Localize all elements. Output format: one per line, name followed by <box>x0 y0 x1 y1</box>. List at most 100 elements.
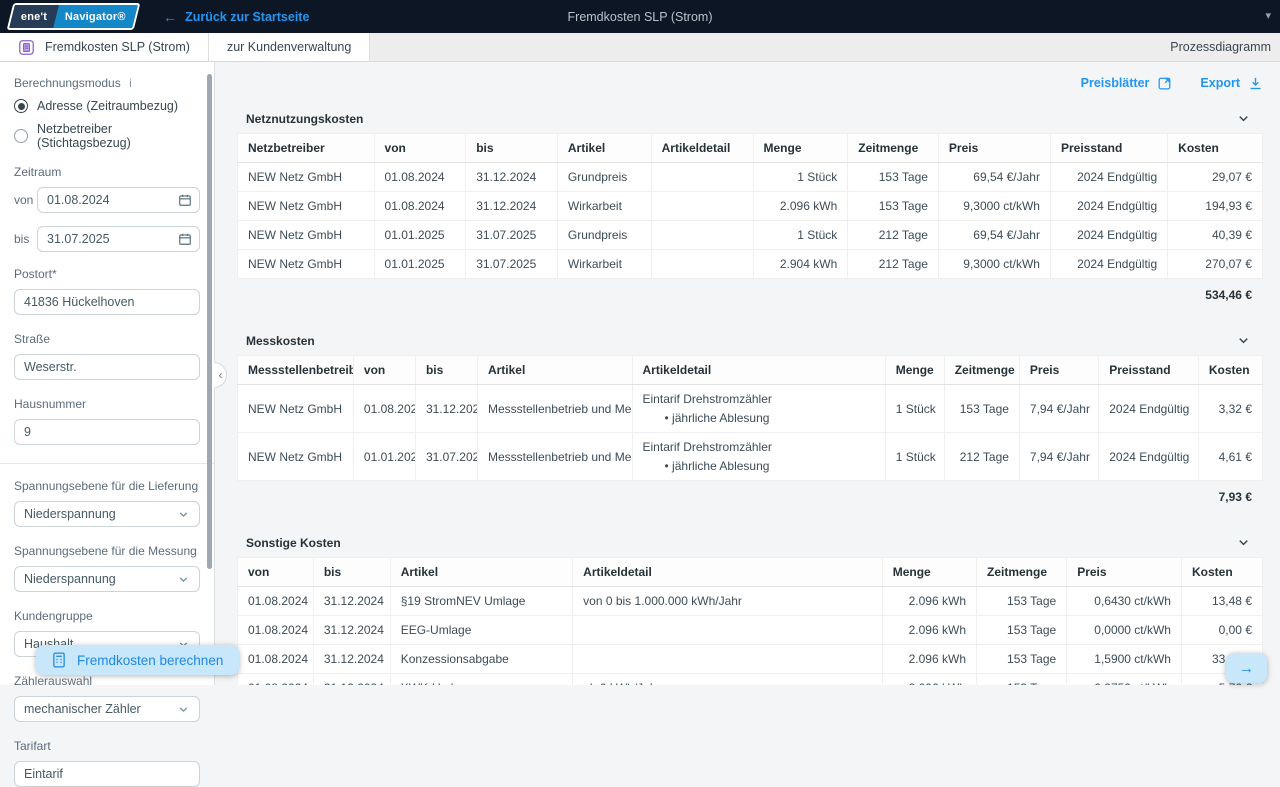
table-cell: 29,07 € <box>1168 163 1263 192</box>
section-header-netznutzungskosten[interactable]: Netznutzungskosten <box>237 104 1263 133</box>
table-cell: 0,6430 ct/kWh <box>1067 587 1182 616</box>
table-cell: 2024 Endgültig <box>1099 385 1199 433</box>
column-header: von <box>353 356 415 385</box>
column-header: Artikeldetail <box>651 134 753 163</box>
radio-unselected-icon <box>14 129 28 143</box>
table-cell: KWK-Umlage <box>390 674 572 686</box>
table-cell: Wirkarbeit <box>557 250 651 279</box>
postort-input[interactable] <box>14 289 200 315</box>
zeitraum-label: Zeitraum <box>14 165 200 179</box>
table-row: NEW Netz GmbH01.01.202531.07.2025Messste… <box>238 433 1263 481</box>
table-cell: Messstellenbetrieb und Messung <box>477 433 632 481</box>
next-step-button[interactable]: → <box>1226 653 1267 683</box>
spannung-lieferung-select[interactable]: Niederspannung <box>14 501 200 527</box>
table-cell: 31.12.2024 <box>313 616 390 645</box>
table-cell: 31.07.2025 <box>415 433 477 481</box>
section-netznutzungskosten: Netznutzungskosten NetzbetreibervonbisAr… <box>237 104 1263 302</box>
section-header-sonstige-kosten[interactable]: Sonstige Kosten <box>237 528 1263 557</box>
hausnummer-input[interactable] <box>14 419 200 445</box>
table-cell: 153 Tage <box>977 674 1067 686</box>
spannung-messung-label: Spannungsebene für die Messung <box>14 544 200 558</box>
table-row: NEW Netz GmbH01.01.202531.07.2025Grundpr… <box>238 221 1263 250</box>
table-row: NEW Netz GmbH01.01.202531.07.2025Wirkarb… <box>238 250 1263 279</box>
column-header: Artikel <box>477 356 632 385</box>
preisblaetter-link[interactable]: Preisblätter <box>1081 76 1173 91</box>
column-header: von <box>238 558 314 587</box>
table-cell: 0,00 € <box>1181 616 1262 645</box>
radio-adresse-zeitraumbezug[interactable]: Adresse (Zeitraumbezug) <box>14 99 200 113</box>
column-header: Menge <box>882 558 976 587</box>
table-cell: 153 Tage <box>977 645 1067 674</box>
table-cell: Grundpreis <box>557 163 651 192</box>
von-label: von <box>14 193 37 207</box>
date-from-input[interactable] <box>37 187 200 213</box>
column-header: Menge <box>885 356 944 385</box>
zaehlerauswahl-select[interactable]: mechanischer Zähler <box>14 696 200 722</box>
messkosten-table: MessstellenbetreibervonbisArtikelArtikel… <box>237 355 1263 481</box>
column-header: Zeitmenge <box>944 356 1019 385</box>
table-cell: 31.12.2024 <box>466 163 558 192</box>
column-header: Preisstand <box>1050 134 1167 163</box>
strasse-label: Straße <box>14 332 200 346</box>
table-cell <box>573 645 883 674</box>
bis-label: bis <box>14 232 37 246</box>
data-table: MessstellenbetreibervonbisArtikelArtikel… <box>237 355 1263 481</box>
table-cell: 2.096 kWh <box>882 587 976 616</box>
column-header: von <box>374 134 466 163</box>
table-cell: 01.01.2025 <box>374 250 466 279</box>
fremdkosten-berechnen-button[interactable]: Fremdkosten berechnen <box>36 645 239 675</box>
table-cell: 40,39 € <box>1168 221 1263 250</box>
column-header: Kosten <box>1181 558 1262 587</box>
table-row: 01.08.202431.12.2024EEG-Umlage2.096 kWh1… <box>238 616 1263 645</box>
back-arrow-icon: ← <box>163 10 177 24</box>
tab-fremdkosten-slp[interactable]: Fremdkosten SLP (Strom) <box>0 33 209 61</box>
section-header-messkosten[interactable]: Messkosten <box>237 326 1263 355</box>
table-cell: NEW Netz GmbH <box>238 385 354 433</box>
column-header: Netzbetreiber <box>238 134 375 163</box>
column-header: Preis <box>1067 558 1182 587</box>
date-to-input[interactable] <box>37 226 200 252</box>
chevron-down-icon[interactable] <box>1236 535 1251 550</box>
table-cell: 2024 Endgültig <box>1050 192 1167 221</box>
section-messkosten: Messkosten MessstellenbetreibervonbisArt… <box>237 326 1263 504</box>
zaehlerauswahl-label: Zählerauswahl <box>14 674 200 688</box>
tarifart-input[interactable] <box>14 761 200 787</box>
chevron-down-icon[interactable]: ▾ <box>1265 9 1271 22</box>
table-cell: 2.096 kWh <box>882 674 976 686</box>
table-header-row: NetzbetreibervonbisArtikelArtikeldetailM… <box>238 134 1263 163</box>
chevron-down-icon <box>177 703 190 716</box>
table-cell: 31.12.2024 <box>313 674 390 686</box>
chevron-down-icon[interactable] <box>1236 111 1251 126</box>
chevron-down-icon[interactable] <box>1236 333 1251 348</box>
spannung-lieferung-label: Spannungsebene für die Lieferung <box>14 479 200 493</box>
table-cell <box>651 221 753 250</box>
logo-brand-segment: ene't <box>9 5 59 28</box>
table-cell: 212 Tage <box>848 250 939 279</box>
enet-navigator-logo[interactable]: ene't Navigator® <box>7 3 141 30</box>
tab-label: Fremdkosten SLP (Strom) <box>45 40 190 54</box>
spannung-messung-select[interactable]: Niederspannung <box>14 566 200 592</box>
info-icon[interactable]: i <box>129 76 132 90</box>
table-cell: 153 Tage <box>848 192 939 221</box>
prozessdiagramm-link[interactable]: Prozessdiagramm <box>1170 33 1280 61</box>
table-cell: 01.01.2025 <box>374 221 466 250</box>
strasse-input[interactable] <box>14 354 200 380</box>
sidebar-scrollbar[interactable] <box>207 74 212 569</box>
tab-kundenverwaltung[interactable]: zur Kundenverwaltung <box>209 33 370 61</box>
table-row: 01.08.202431.12.2024Konzessionsabgabe2.0… <box>238 645 1263 674</box>
back-to-start-link[interactable]: ← Zurück zur Startseite <box>163 10 309 24</box>
results-area: Preisblätter Export Netznutzungskosten N… <box>215 62 1280 685</box>
column-header: bis <box>415 356 477 385</box>
export-link[interactable]: Export <box>1200 76 1263 91</box>
table-cell: 69,54 €/Jahr <box>938 163 1050 192</box>
table-cell: 4,61 € <box>1198 433 1262 481</box>
table-cell: Eintarif Drehstromzähler• jährliche Able… <box>632 385 885 433</box>
radio-netzbetreiber-stichtagsbezug[interactable]: Netzbetreiber (Stichtagsbezug) <box>14 122 200 150</box>
logo-product-text: Navigator® <box>65 11 126 23</box>
postort-label: Postort* <box>14 267 200 281</box>
document-icon <box>18 39 35 56</box>
prozessdiagramm-label: Prozessdiagramm <box>1170 40 1271 54</box>
chevron-down-icon <box>177 508 190 521</box>
radio-selected-icon <box>14 99 28 113</box>
sonstige-kosten-table: vonbisArtikelArtikeldetailMengeZeitmenge… <box>237 557 1263 685</box>
